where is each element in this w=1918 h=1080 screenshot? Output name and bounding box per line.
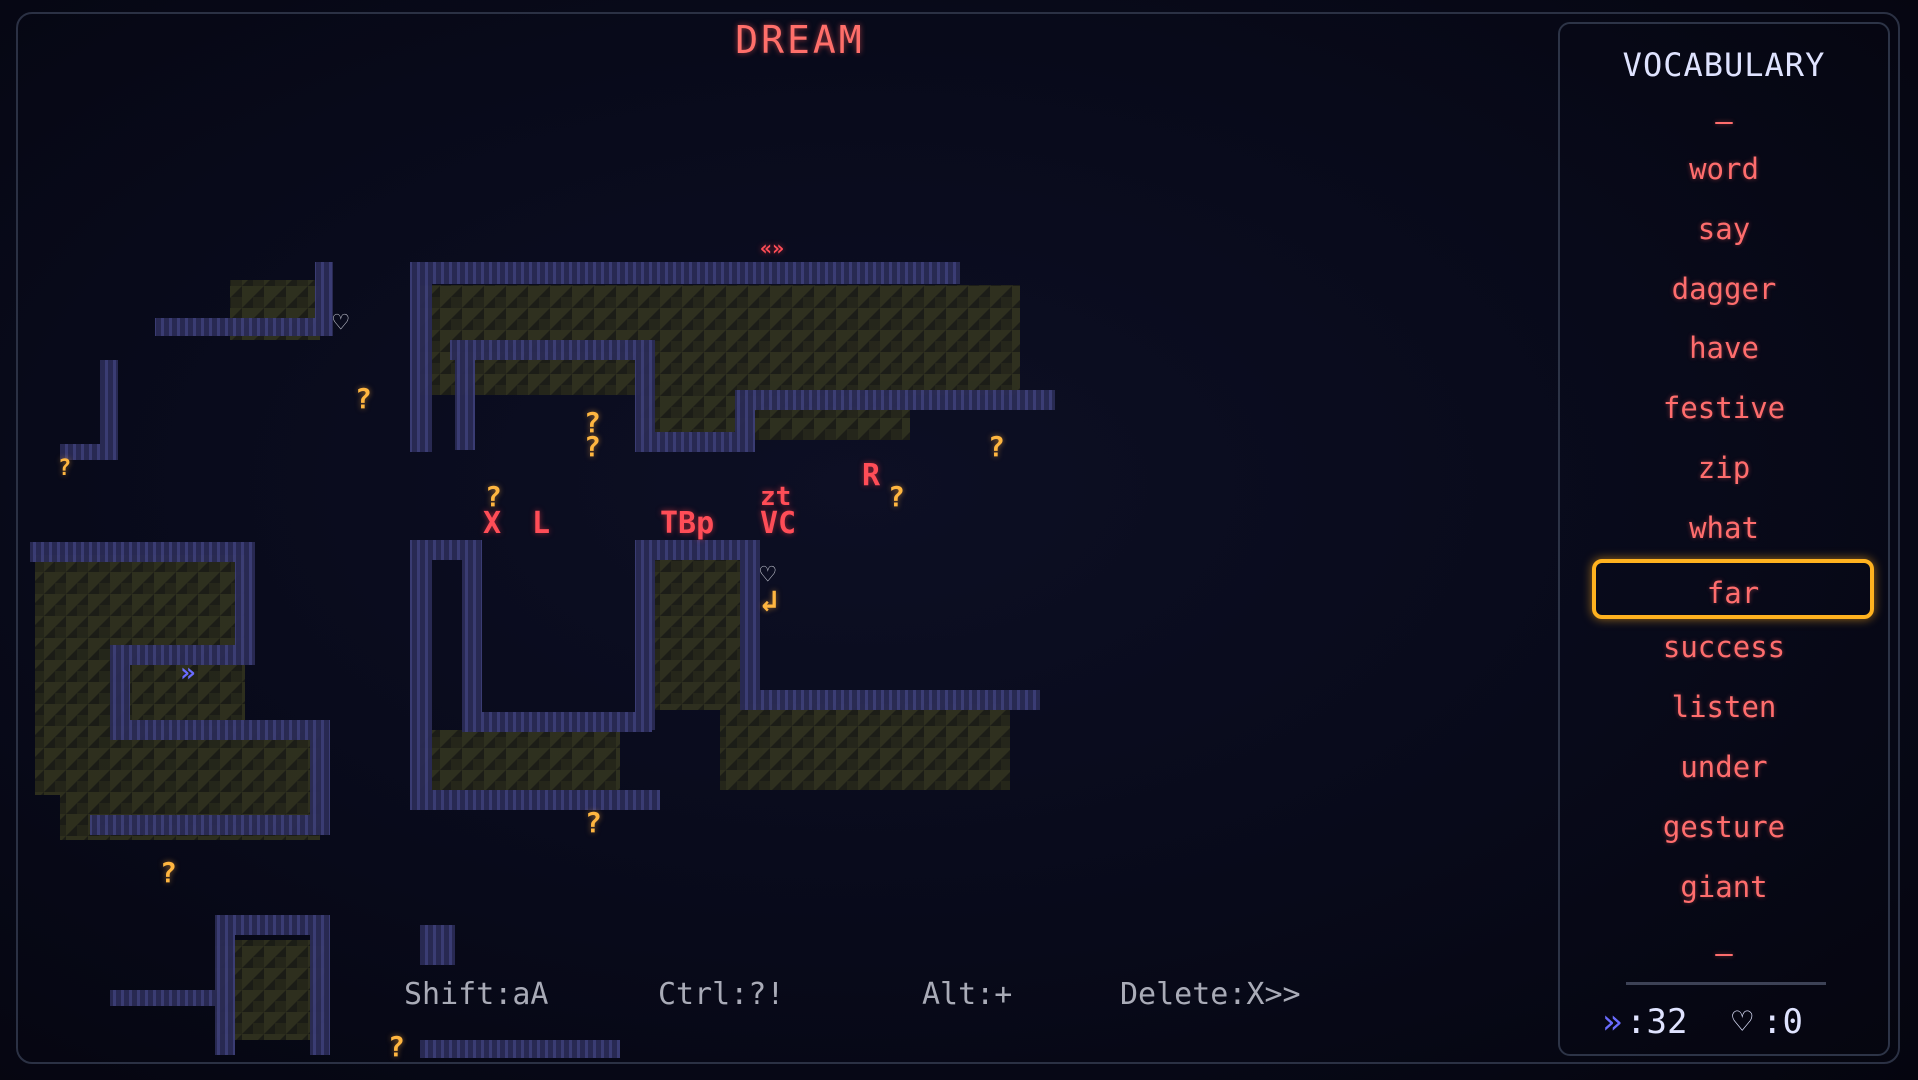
vocabulary-panel: VOCABULARY – word say dagger have festiv…	[1558, 22, 1890, 1056]
page-title: DREAM	[735, 18, 865, 62]
vocab-word[interactable]: giant	[1560, 870, 1888, 904]
vocab-word-selected[interactable]: far	[1592, 559, 1874, 619]
vocab-word[interactable]: under	[1560, 750, 1888, 784]
vocab-word[interactable]: word	[1560, 152, 1888, 186]
vocab-word[interactable]: success	[1560, 630, 1888, 664]
vocab-word[interactable]: dagger	[1560, 272, 1888, 306]
delete-control-hint: Delete:X>>	[1120, 977, 1301, 1012]
vocab-word[interactable]: festive	[1560, 391, 1888, 425]
heart-counter-icon: ♡	[1732, 1002, 1753, 1042]
vocab-word[interactable]: have	[1560, 331, 1888, 365]
vocab-word[interactable]: listen	[1560, 690, 1888, 724]
ctrl-control-hint: Ctrl:?!	[658, 977, 785, 1012]
vocab-word[interactable]: zip	[1560, 451, 1888, 485]
scroll-down-marker[interactable]: –	[1560, 936, 1888, 970]
vocabulary-divider	[1626, 982, 1826, 985]
vocab-word[interactable]: what	[1560, 511, 1888, 545]
hearts-count: :0	[1762, 1002, 1803, 1042]
alt-control-hint: Alt:+	[922, 977, 1013, 1012]
arrows-icon: »	[1602, 1002, 1623, 1042]
shift-control-hint: Shift:aA	[404, 977, 549, 1012]
vocab-word[interactable]: say	[1560, 212, 1888, 246]
arrows-count: :32	[1626, 1002, 1688, 1042]
vocab-word[interactable]: gesture	[1560, 810, 1888, 844]
scroll-up-marker[interactable]: –	[1560, 104, 1888, 138]
vocabulary-title: VOCABULARY	[1622, 46, 1826, 84]
